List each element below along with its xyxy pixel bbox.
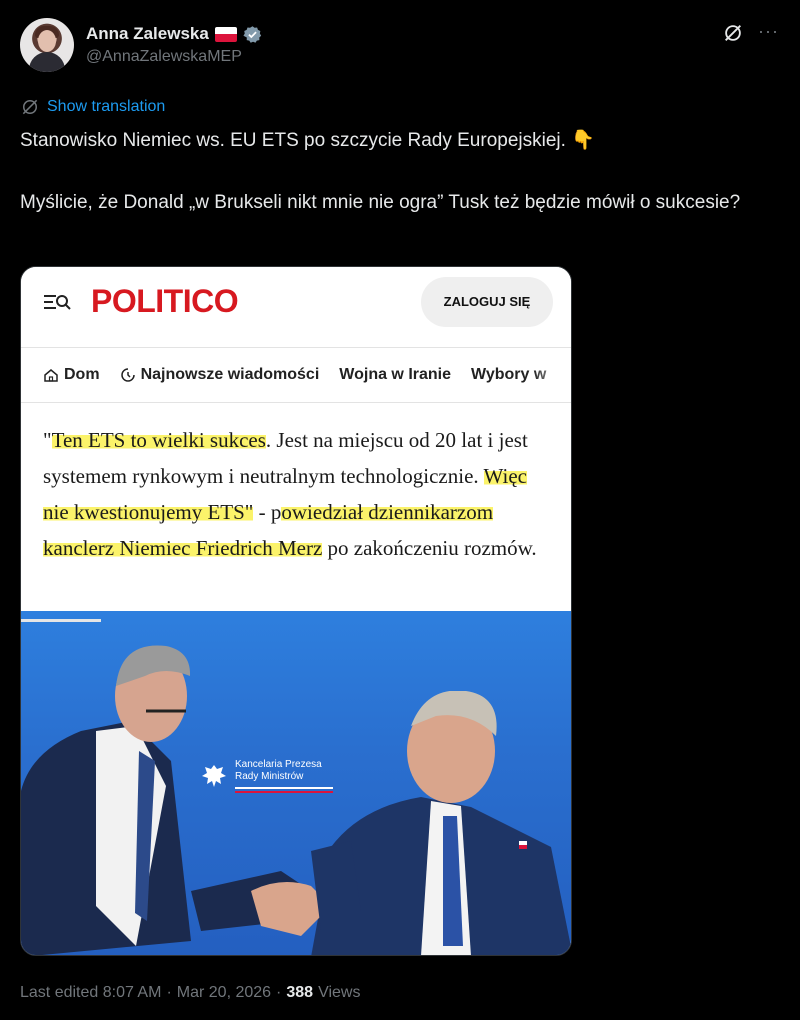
menu-search-icon bbox=[44, 295, 71, 310]
grok-icon[interactable] bbox=[722, 22, 744, 44]
politico-header: POLITICO ZALOGUJ SIĘ bbox=[21, 267, 571, 337]
author-name-row[interactable]: Anna Zalewska bbox=[86, 22, 262, 46]
login-button: ZALOGUJ SIĘ bbox=[421, 277, 553, 327]
poland-flag-icon bbox=[214, 26, 237, 42]
nav-item-latest: Najnowsze wiadomości bbox=[120, 366, 319, 384]
avatar[interactable] bbox=[20, 18, 74, 72]
article-quote: "Ten ETS to wielki sukces. Jest na miejs… bbox=[43, 428, 537, 560]
author-name[interactable]: Anna Zalewska bbox=[86, 24, 209, 44]
tweet-text: Stanowisko Niemiec ws. EU ETS po szczyci… bbox=[20, 128, 782, 216]
tusk-figure bbox=[251, 691, 571, 955]
politico-nav: Dom Najnowsze wiadomości Wojna w Iranie … bbox=[21, 347, 571, 403]
nav-item-iran-war: Wojna w Iranie bbox=[339, 366, 452, 383]
show-translation-link[interactable]: Show translation bbox=[20, 96, 165, 118]
author-handle[interactable]: @AnnaZalewskaMEP bbox=[86, 48, 242, 66]
tweet-footer: Last edited 8:07 AM · Mar 20, 2026 · 388… bbox=[20, 984, 361, 1002]
edited-time[interactable]: Last edited 8:07 AM bbox=[20, 984, 161, 1002]
tweet-line-2: Myślicie, że Donald „w Brukseli nikt mni… bbox=[20, 192, 741, 213]
translate-icon bbox=[22, 99, 38, 115]
tweet-image-card[interactable]: POLITICO ZALOGUJ SIĘ Dom Najnowsze wiado… bbox=[20, 266, 572, 956]
politico-logo: POLITICO bbox=[91, 283, 239, 319]
clock-icon bbox=[120, 368, 135, 382]
quote-highlight-1: Ten ETS to wielki sukces bbox=[51, 428, 266, 452]
views-label: Views bbox=[318, 984, 361, 1001]
nav-item-home: Dom bbox=[43, 366, 100, 384]
home-icon bbox=[44, 369, 58, 382]
tweet-line-1: Stanowisko Niemiec ws. EU ETS po szczyci… bbox=[20, 130, 595, 151]
post-date[interactable]: Mar 20, 2026 bbox=[177, 984, 271, 1002]
leaders-handshake-photo: Kancelaria Prezesa Rady Ministrów bbox=[21, 611, 571, 955]
verified-badge-icon bbox=[243, 25, 261, 43]
more-options-icon[interactable]: ··· bbox=[758, 22, 780, 44]
tweet-header: Anna Zalewska @AnnaZalewskaMEP ··· bbox=[20, 18, 780, 74]
views-count: 388 bbox=[286, 984, 314, 1001]
show-translation-label[interactable]: Show translation bbox=[47, 98, 165, 116]
